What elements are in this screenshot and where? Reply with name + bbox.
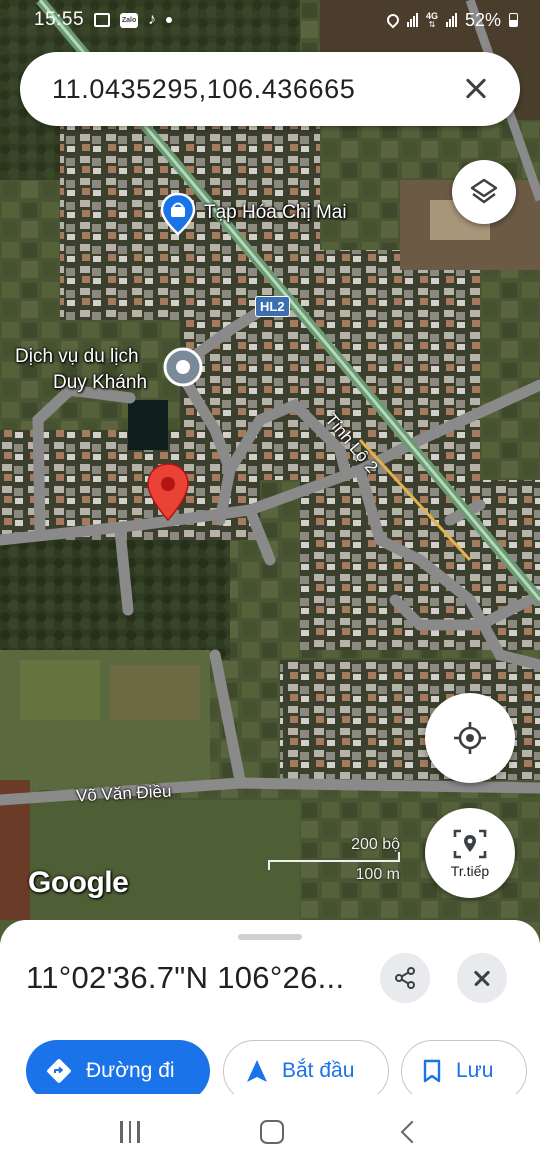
close-icon: [472, 968, 492, 988]
google-logo: Google: [28, 866, 129, 899]
route-shield: HL2: [255, 296, 290, 317]
signal-icon: [445, 13, 457, 27]
layers-button[interactable]: [452, 160, 516, 224]
coordinates-title: 11°02'36.7"N 106°26...: [26, 960, 345, 995]
back-icon[interactable]: [400, 1120, 424, 1144]
status-bar: 15:55 Zalo ♪ 4G ⇅ 52%: [0, 0, 540, 40]
tiktok-icon: ♪: [148, 11, 157, 28]
my-location-icon: [454, 722, 486, 754]
location-marker-icon[interactable]: [145, 462, 191, 522]
share-button[interactable]: [380, 953, 430, 1003]
action-chips: Đường đi Bắt đầu Lưu: [26, 1040, 540, 1102]
battery-icon: [509, 13, 518, 27]
recents-icon[interactable]: [120, 1121, 140, 1143]
navigate-pin-icon: [453, 829, 487, 859]
directions-label: Đường đi: [86, 1059, 175, 1082]
zalo-icon: Zalo: [120, 12, 139, 28]
directions-icon: [47, 1059, 71, 1083]
live-view-label: Tr.tiếp: [450, 863, 490, 879]
sheet-close-button[interactable]: [457, 953, 507, 1003]
place-label-travel-line1[interactable]: Dịch vụ du lịch: [15, 346, 139, 368]
battery-percent: 52%: [464, 9, 501, 30]
my-location-button[interactable]: [425, 693, 515, 783]
search-box[interactable]: 11.0435295,106.436665: [20, 52, 520, 126]
place-label-shop[interactable]: Tạp Hóa Chị Mai: [204, 202, 347, 224]
shop-pin-icon[interactable]: [160, 192, 196, 236]
location-icon: [384, 11, 402, 29]
layers-icon: [470, 178, 498, 204]
status-time: 15:55: [34, 9, 85, 30]
search-input[interactable]: 11.0435295,106.436665: [52, 74, 456, 105]
save-button[interactable]: Lưu: [401, 1040, 527, 1102]
start-button[interactable]: Bắt đầu: [223, 1040, 389, 1102]
directions-button[interactable]: Đường đi: [26, 1040, 210, 1102]
gallery-icon: [94, 13, 111, 27]
navigation-arrow-icon: [247, 1060, 267, 1082]
save-label: Lưu: [456, 1059, 494, 1082]
live-view-button[interactable]: Tr.tiếp: [425, 808, 515, 898]
home-icon[interactable]: [259, 1120, 284, 1144]
share-icon: [395, 967, 415, 989]
place-pin-icon[interactable]: [162, 346, 204, 390]
signal-icon: [406, 13, 418, 27]
scale-imperial: 200 bộ: [351, 836, 400, 853]
place-label-travel-line2[interactable]: Duy Khánh: [53, 372, 147, 394]
system-navigation-bar: [0, 1094, 540, 1170]
map-scale: 200 bộ 100 m: [268, 836, 400, 888]
scale-line: [268, 860, 400, 862]
scale-tick: [398, 852, 400, 862]
dot-icon: [166, 17, 173, 23]
close-icon[interactable]: [456, 69, 496, 109]
scale-metric: 100 m: [355, 866, 400, 883]
scale-tick: [268, 860, 270, 870]
drag-handle[interactable]: [238, 934, 302, 940]
start-label: Bắt đầu: [282, 1059, 355, 1082]
bookmark-icon: [423, 1059, 441, 1083]
